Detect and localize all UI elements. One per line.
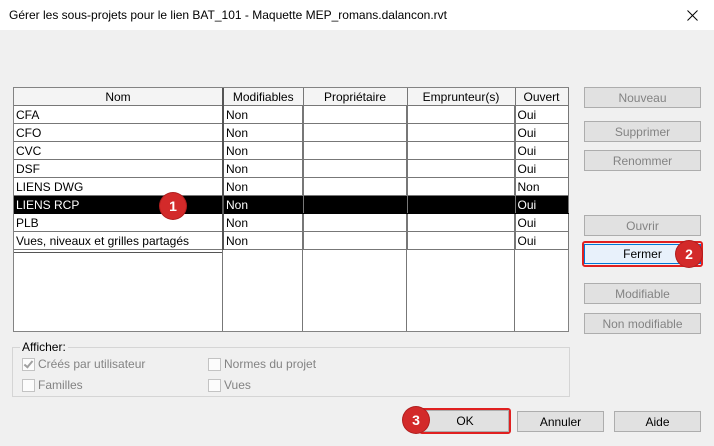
cell-ouvert[interactable]: Non [515,177,569,196]
non-modifiable-button[interactable]: Non modifiable [584,313,701,334]
cell-nom: CFA [14,105,224,124]
column-header-ouvert[interactable]: Ouvert [515,88,569,106]
table-row[interactable]: PLB Non Oui [14,213,569,232]
cell-ouvert[interactable]: Oui [515,231,569,250]
table-header-row: Nom Modifiables Propriétaire Emprunteur(… [14,88,569,106]
cell-emprunteurs[interactable] [407,177,516,196]
supprimer-button[interactable]: Supprimer [584,121,701,142]
cell-modifiables[interactable]: Non [223,231,304,250]
column-header-emprunteurs[interactable]: Emprunteur(s) [407,88,516,106]
cell-ouvert[interactable]: Oui [515,123,569,142]
cell-ouvert[interactable]: Oui [515,195,569,214]
table-row[interactable]: CFA Non Oui [14,105,569,124]
annotation-badge-1: 1 [160,193,186,219]
cell-ouvert[interactable]: Oui [515,213,569,232]
ok-button[interactable]: OK [421,410,509,432]
column-header-proprietaire[interactable]: Propriétaire [303,88,408,106]
cell-emprunteurs[interactable] [407,195,516,214]
cell-nom: LIENS DWG [14,177,224,196]
cell-proprietaire[interactable] [303,231,408,250]
checkbox-label: Vues [224,378,251,392]
cell-emprunteurs[interactable] [407,213,516,232]
title-bar: Gérer les sous-projets pour le lien BAT_… [0,0,714,30]
nouveau-button[interactable]: Nouveau [584,87,701,108]
cell-proprietaire[interactable] [303,195,408,214]
cell-proprietaire[interactable] [303,141,408,160]
cell-nom: DSF [14,159,224,178]
cell-modifiables[interactable]: Non [223,177,304,196]
cell-modifiables[interactable]: Non [223,105,304,124]
renommer-button[interactable]: Renommer [584,150,701,171]
checkbox-familles[interactable]: Familles [22,378,83,392]
table-row[interactable]: CVC Non Oui [14,141,569,160]
close-icon [686,9,698,21]
checkbox-checked-icon [22,357,35,371]
annuler-button[interactable]: Annuler [517,411,604,432]
annotation-badge-3: 3 [403,407,429,433]
table-row[interactable]: LIENS RCP Non Oui [14,195,569,214]
cell-modifiables[interactable]: Non [223,213,304,232]
cell-modifiables[interactable]: Non [223,195,304,214]
close-button[interactable] [670,0,714,30]
cell-ouvert[interactable]: Oui [515,159,569,178]
worksets-table: Nom Modifiables Propriétaire Emprunteur(… [13,87,569,332]
cell-nom: LIENS RCP [14,195,224,214]
cell-ouvert[interactable]: Oui [515,141,569,160]
checkbox-normes-du-projet[interactable]: Normes du projet [208,357,316,371]
cell-emprunteurs[interactable] [407,105,516,124]
checkbox-unchecked-icon [22,378,35,392]
ouvrir-button[interactable]: Ouvrir [584,215,701,236]
checkbox-label: Normes du projet [224,357,317,371]
column-header-nom[interactable]: Nom [14,88,224,106]
cell-proprietaire[interactable] [303,213,408,232]
cell-emprunteurs[interactable] [407,123,516,142]
table-row[interactable]: LIENS DWG Non Non [14,177,569,196]
checkbox-unchecked-icon [208,378,221,392]
name-column-end [14,252,222,253]
cell-emprunteurs[interactable] [407,159,516,178]
column-header-modifiables[interactable]: Modifiables [223,88,304,106]
checkbox-label: Familles [38,378,83,392]
cell-modifiables[interactable]: Non [223,141,304,160]
cell-nom: CVC [14,141,224,160]
table-row[interactable]: Vues, niveaux et grilles partagés Non Oui [14,231,569,250]
checkbox-label: Créés par utilisateur [38,357,146,371]
cell-modifiables[interactable]: Non [223,159,304,178]
cell-proprietaire[interactable] [303,177,408,196]
cell-proprietaire[interactable] [303,159,408,178]
cell-modifiables[interactable]: Non [223,123,304,142]
checkbox-crees-par-utilisateur[interactable]: Créés par utilisateur [22,357,145,371]
afficher-group [12,347,570,397]
annotation-badge-2: 2 [676,241,702,267]
checkbox-vues[interactable]: Vues [208,378,251,392]
cell-proprietaire[interactable] [303,105,408,124]
cell-ouvert[interactable]: Oui [515,105,569,124]
aide-button[interactable]: Aide [614,411,701,432]
table-row[interactable]: DSF Non Oui [14,159,569,178]
cell-nom: Vues, niveaux et grilles partagés [14,231,224,250]
afficher-label: Afficher: [20,340,68,354]
table-grid: Nom Modifiables Propriétaire Emprunteur(… [14,88,569,250]
modifiable-button[interactable]: Modifiable [584,283,701,304]
cell-nom: PLB [14,213,224,232]
cell-emprunteurs[interactable] [407,231,516,250]
window-title: Gérer les sous-projets pour le lien BAT_… [9,8,447,22]
checkbox-unchecked-icon [208,357,221,371]
table-row[interactable]: CFO Non Oui [14,123,569,142]
cell-proprietaire[interactable] [303,123,408,142]
cell-emprunteurs[interactable] [407,141,516,160]
cell-nom: CFO [14,123,224,142]
